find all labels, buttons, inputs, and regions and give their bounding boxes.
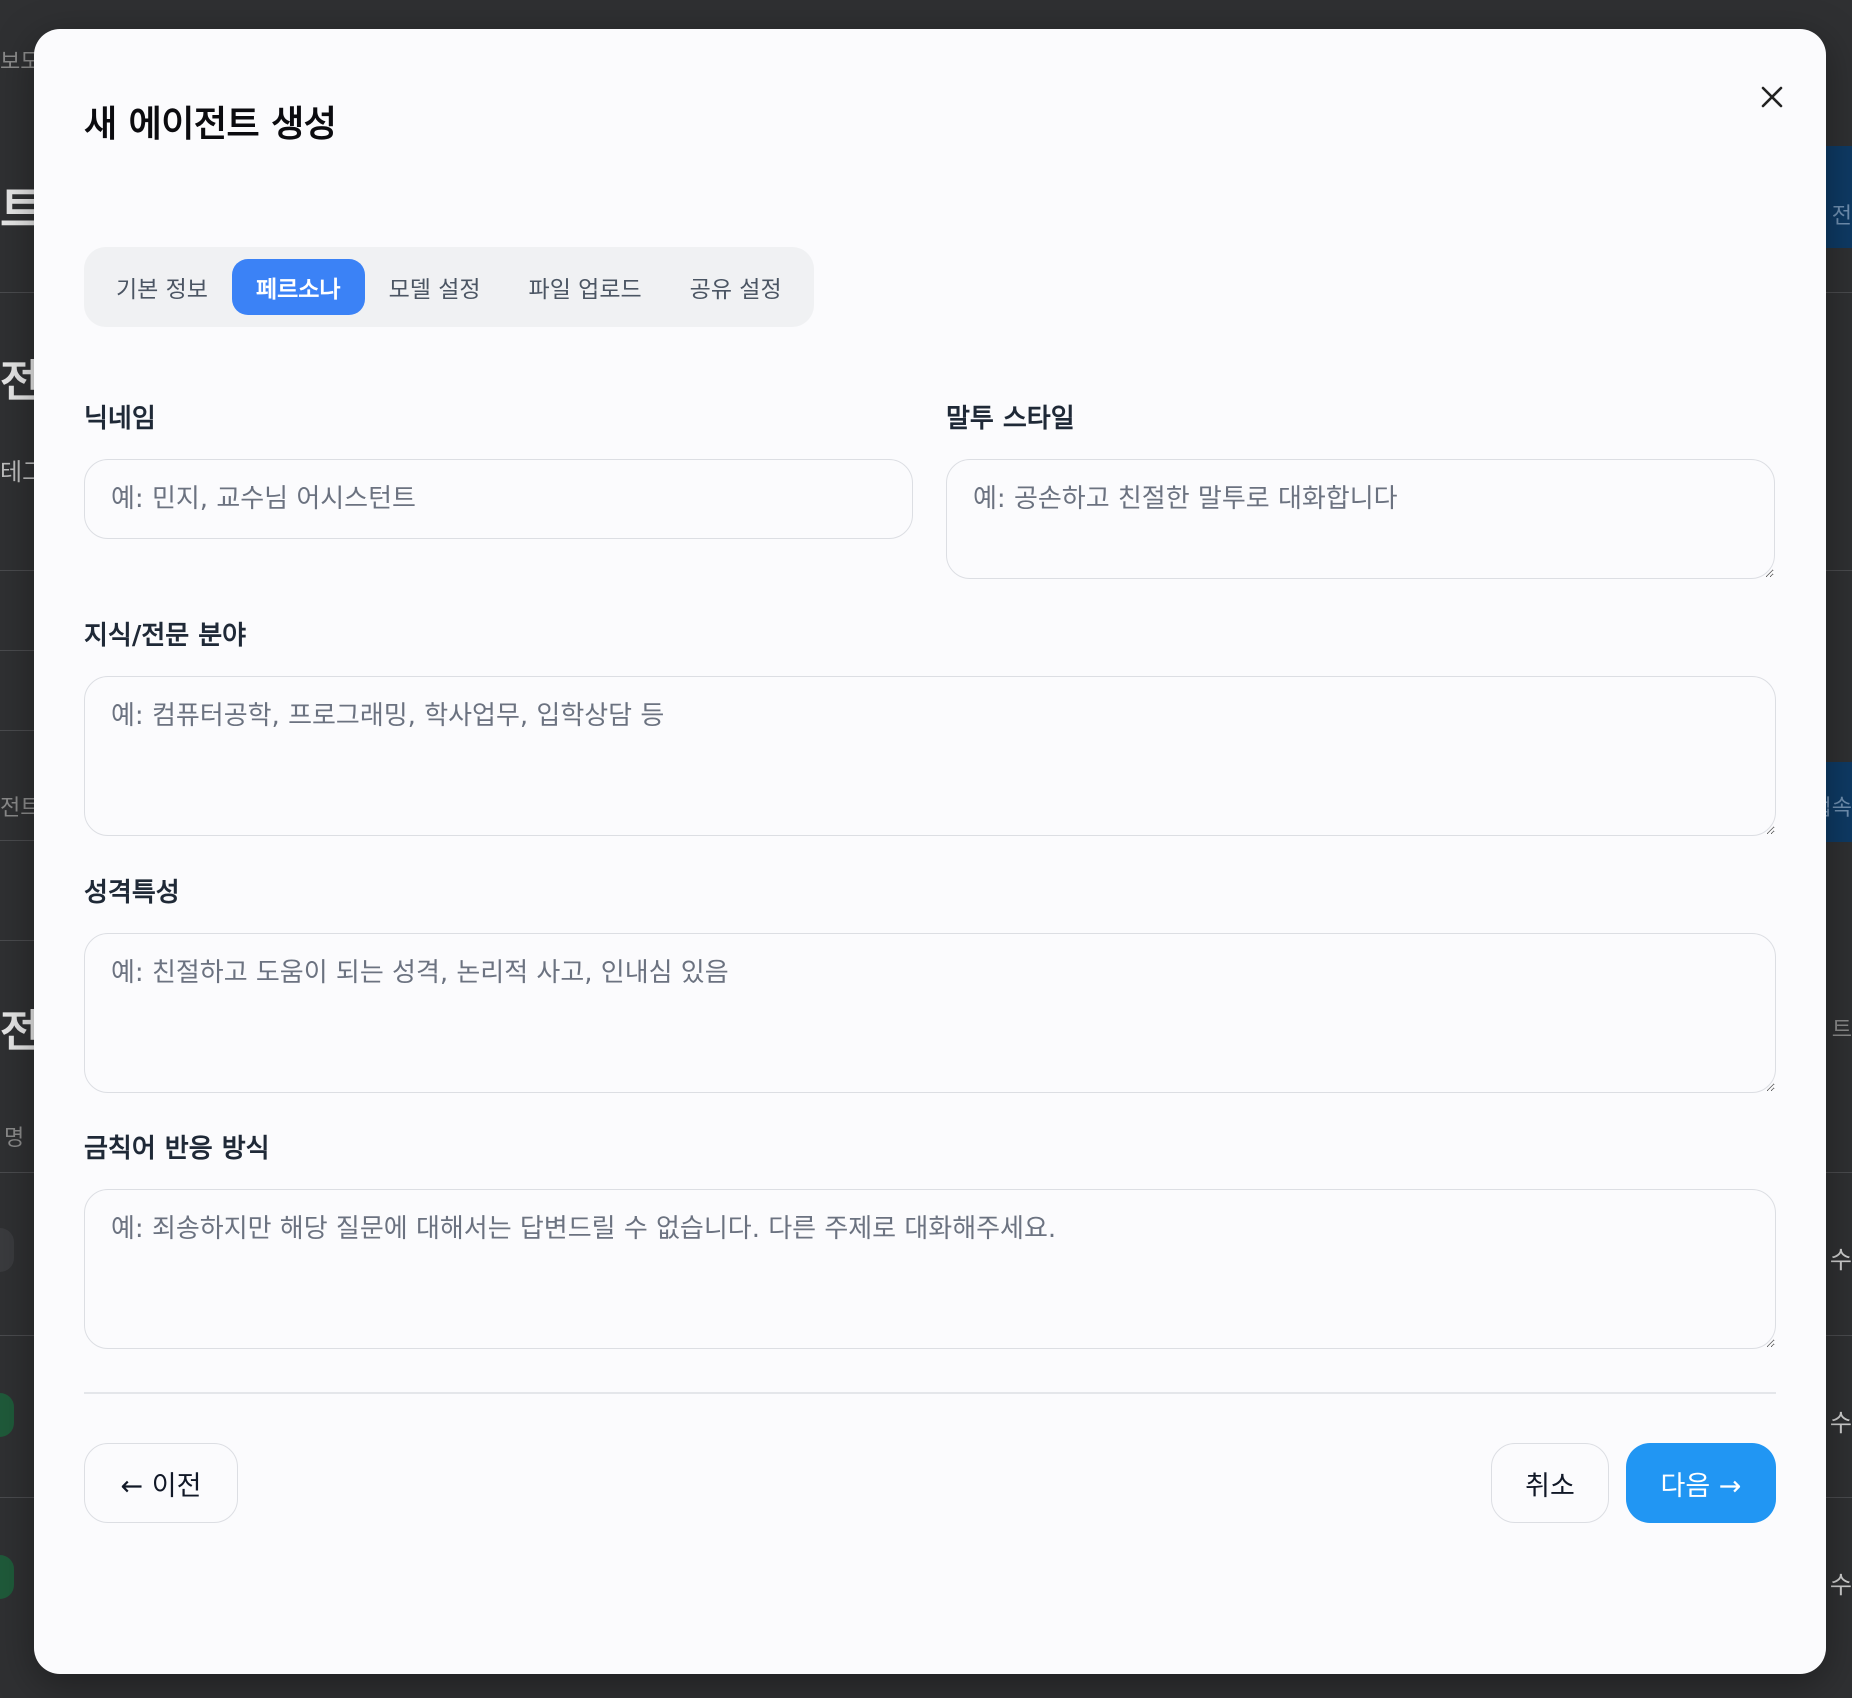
- next-button[interactable]: 다음 →: [1626, 1443, 1776, 1523]
- bg-fragment: 명: [4, 1126, 25, 1151]
- close-icon: [1761, 86, 1783, 108]
- bg-fragment: 수: [1829, 1571, 1852, 1599]
- bg-fragment: 트: [1831, 1018, 1852, 1043]
- modal-title: 새 에이전트 생성: [84, 104, 337, 145]
- bg-fragment: 수: [1829, 1409, 1852, 1437]
- nickname-field-group: 닉네임: [84, 403, 913, 539]
- footer-divider: [84, 1392, 1776, 1394]
- nickname-input[interactable]: [84, 459, 913, 539]
- close-button[interactable]: [1750, 75, 1794, 119]
- tab-share-settings[interactable]: 공유 설정: [666, 259, 806, 315]
- step-tabs: 기본 정보 페르소나 모델 설정 파일 업로드 공유 설정: [84, 247, 814, 327]
- personality-field-group: 성격특성: [84, 877, 1776, 1097]
- cancel-button[interactable]: 취소: [1491, 1443, 1609, 1523]
- bg-fragment: 수: [1829, 1246, 1852, 1274]
- prev-button[interactable]: ← 이전: [84, 1443, 238, 1523]
- tab-file-upload[interactable]: 파일 업로드: [505, 259, 666, 315]
- expertise-textarea[interactable]: [84, 676, 1776, 836]
- bg-fragment: 전: [1831, 204, 1852, 229]
- nickname-label: 닉네임: [84, 404, 156, 434]
- forbidden-response-label: 금칙어 반응 방식: [84, 1134, 270, 1164]
- tab-persona[interactable]: 페르소나: [231, 259, 365, 315]
- forbidden-response-textarea[interactable]: [84, 1189, 1776, 1349]
- tone-field-group: 말투 스타일: [946, 403, 1775, 583]
- expertise-field-group: 지식/전문 분야: [84, 620, 1776, 840]
- tab-basic-info[interactable]: 기본 정보: [92, 259, 232, 315]
- tab-model-settings[interactable]: 모델 설정: [365, 259, 505, 315]
- personality-textarea[interactable]: [84, 933, 1776, 1093]
- personality-label: 성격특성: [84, 878, 180, 908]
- forbidden-response-field-group: 금칙어 반응 방식: [84, 1133, 1776, 1353]
- create-agent-modal: 새 에이전트 생성 기본 정보 페르소나 모델 설정 파일 업로드 공유 설정 …: [34, 29, 1826, 1674]
- expertise-label: 지식/전문 분야: [84, 621, 247, 651]
- tone-label: 말투 스타일: [946, 404, 1075, 434]
- tone-textarea[interactable]: [946, 459, 1775, 579]
